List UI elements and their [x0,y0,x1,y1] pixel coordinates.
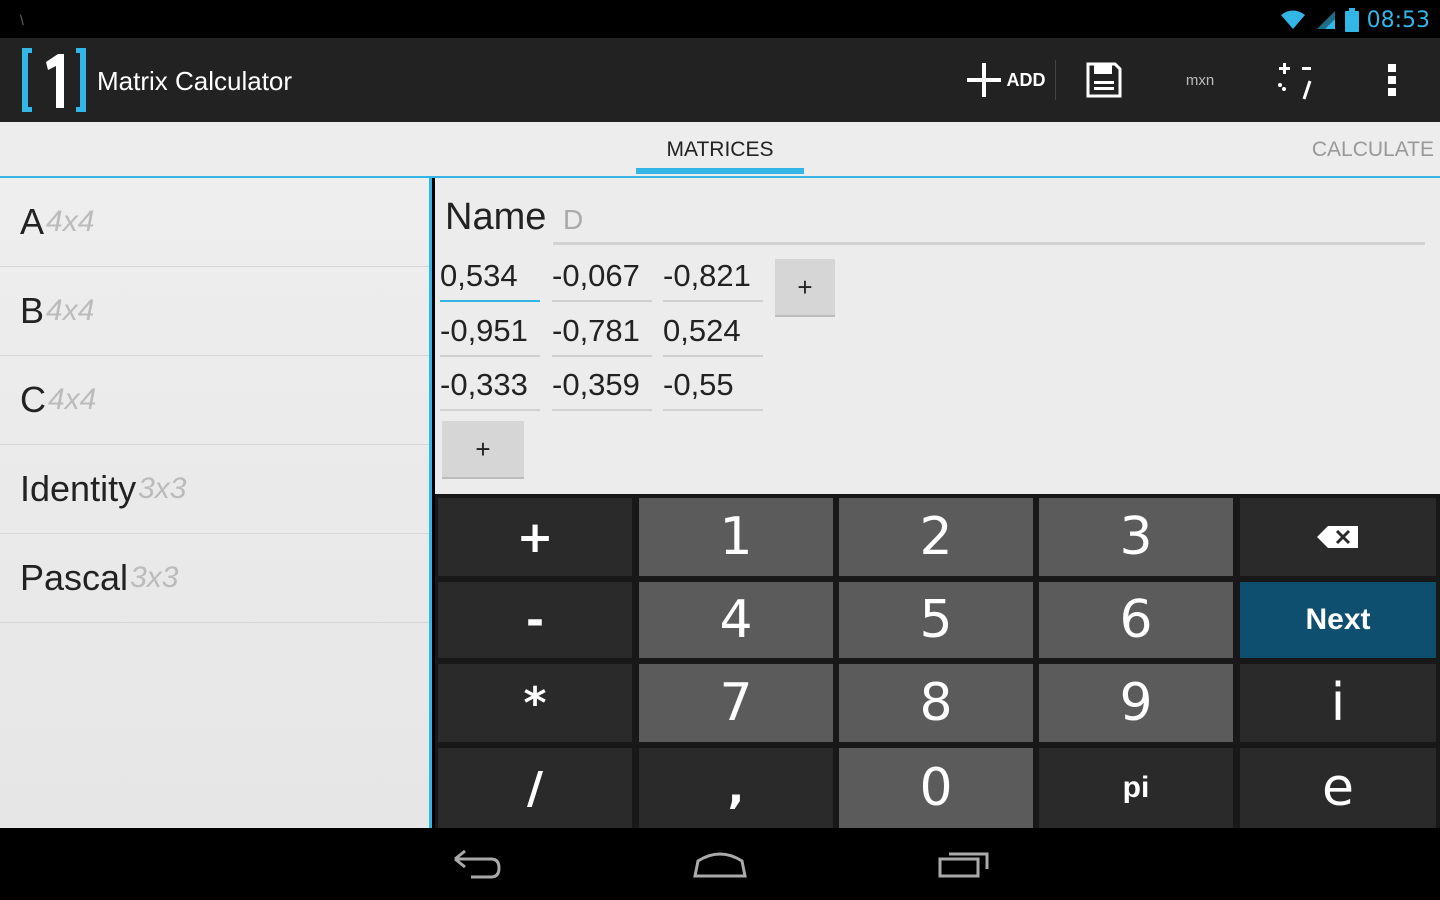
name-underline [553,242,1425,245]
matrix-cell[interactable]: -0,951 [440,313,540,357]
add-label: ADD [1006,69,1046,90]
list-item-b[interactable]: B 4x4 [0,267,429,356]
key-6[interactable]: 6 [1039,582,1233,658]
status-time: 08:53 [1366,7,1430,33]
back-icon [454,849,501,879]
matrix-cell[interactable]: 0,534 [440,258,540,302]
list-item-a[interactable]: A 4x4 [0,178,429,267]
matrix-cell[interactable]: -0,359 [552,367,652,411]
matrix-name: B [20,290,45,331]
overflow-menu-button[interactable] [1344,38,1440,122]
key-5[interactable]: 5 [839,582,1033,658]
save-icon [1086,62,1122,98]
matrix-name: Pascal [20,557,129,598]
key-plus[interactable]: + [438,498,632,576]
key-comma[interactable]: , [639,748,833,828]
tab-bar: MATRICES CALCULATE [0,122,1440,178]
matrix-cell[interactable]: -0,781 [552,313,652,357]
list-item-c[interactable]: C 4x4 [0,356,429,445]
matrix-name: A [20,201,45,242]
signal-icon [1316,11,1335,29]
matrix-cell[interactable]: -0,55 [663,367,763,411]
name-label: Name [445,196,547,238]
dimension-button[interactable]: mxn [1152,38,1248,122]
matrix-name: Identity [20,468,137,509]
key-8[interactable]: 8 [839,664,1033,742]
key-9[interactable]: 9 [1039,664,1233,742]
tab-indicator [636,168,804,174]
navigation-bar [0,828,1440,900]
matrix-dimension: 3x3 [130,561,179,594]
matrix-dimension: 4x4 [46,294,95,327]
save-button[interactable] [1056,38,1152,122]
status-icons: 08:53 [1279,5,1430,35]
matrix-cell[interactable]: -0,821 [663,258,763,302]
nav-home-button[interactable] [680,842,760,886]
key-multiply[interactable]: * [438,664,632,742]
tab-calculate[interactable]: CALCULATE [1312,138,1434,162]
wifi-icon [1280,10,1305,29]
add-matrix-button[interactable]: ADD [955,38,1055,122]
key-minus[interactable]: - [438,582,632,658]
matrix-cell[interactable]: -0,067 [552,258,652,302]
plus-icon [966,63,1001,97]
recent-apps-icon [938,852,989,878]
key-imaginary-i[interactable]: i [1240,664,1436,742]
key-3[interactable]: 3 [1039,498,1233,576]
mxn-label: mxn [1185,71,1215,89]
home-icon [693,852,747,878]
battery-icon [1344,8,1359,32]
app-title: Matrix Calculator [97,66,293,96]
name-input[interactable]: D [563,204,583,236]
matrix-dimension: 3x3 [138,472,187,505]
action-bar: Matrix Calculator ADD mxn [0,38,1440,122]
tab-matrices[interactable]: MATRICES [636,138,804,162]
matrix-list: A 4x4 B 4x4 C 4x4 Identity 3x3 Pascal 3x… [0,178,432,828]
matrix-dimension: 4x4 [46,205,95,238]
status-bar: / 08:53 [0,0,1440,38]
matrix-editor: Name D 0,534 -0,067 -0,821 -0,951 -0,781… [435,178,1440,494]
matrix-name: C [20,379,46,420]
matrix-cell[interactable]: -0,333 [440,367,540,411]
key-euler-e[interactable]: e [1240,748,1436,828]
notification-icon: / [16,12,28,28]
key-backspace[interactable] [1240,498,1436,576]
nav-recents-button[interactable] [924,842,1004,886]
key-next[interactable]: Next [1240,582,1436,658]
nav-back-button[interactable] [437,842,517,886]
more-vert-icon [1388,64,1396,96]
key-divide[interactable]: / [438,748,632,828]
key-7[interactable]: 7 [639,664,833,742]
app-logo-icon[interactable] [18,44,90,116]
key-4[interactable]: 4 [639,582,833,658]
key-0[interactable]: 0 [839,748,1033,828]
list-item-pascal[interactable]: Pascal 3x3 [0,534,429,623]
add-column-button[interactable]: + [775,259,835,317]
operators-icon [1278,63,1312,100]
key-1[interactable]: 1 [639,498,833,576]
key-2[interactable]: 2 [839,498,1033,576]
backspace-icon [1317,526,1358,548]
matrix-dimension: 4x4 [48,383,97,416]
list-item-identity[interactable]: Identity 3x3 [0,445,429,534]
key-pi[interactable]: pi [1039,748,1233,828]
matrix-cell[interactable]: 0,524 [663,313,763,357]
numeric-keypad: + 1 2 3 - 4 5 6 Next * 7 8 9 i / , 0 pi … [435,494,1440,828]
operations-button[interactable] [1248,38,1344,122]
add-row-button[interactable]: + [442,421,524,479]
